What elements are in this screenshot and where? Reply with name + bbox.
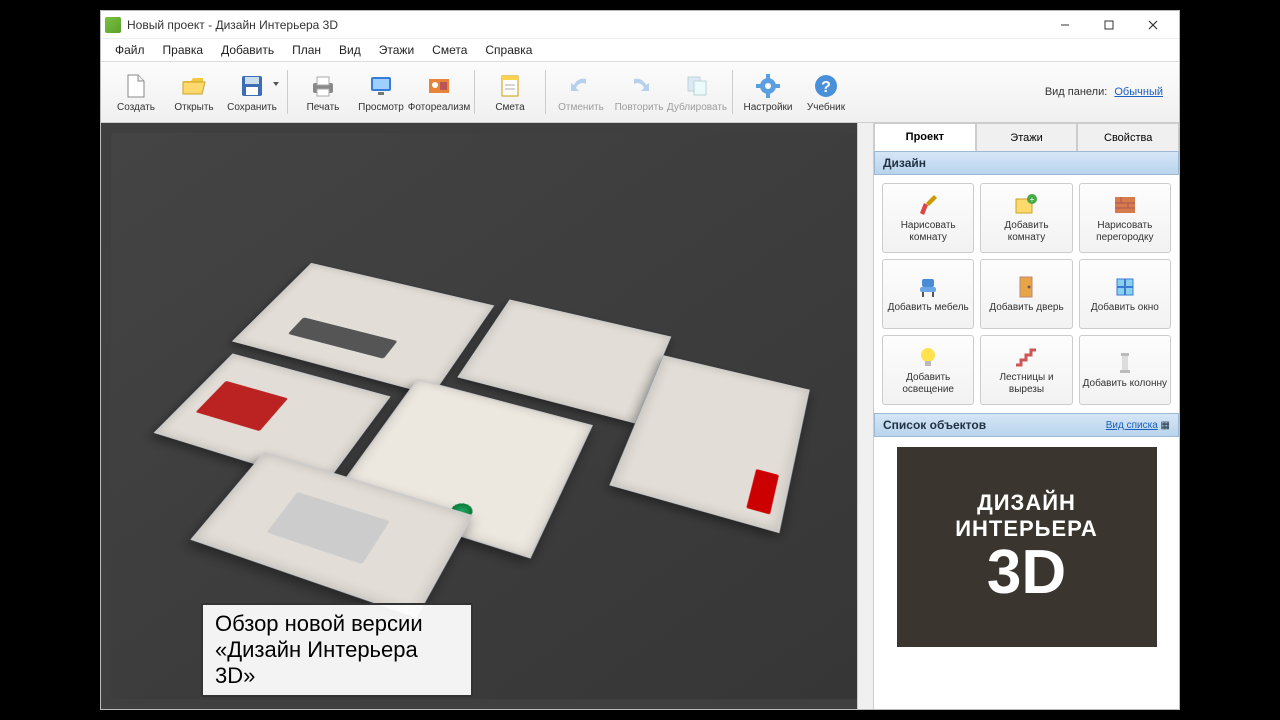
menu-edit[interactable]: Правка — [155, 41, 212, 59]
chevron-down-icon — [273, 82, 279, 86]
app-window: Новый проект - Дизайн Интерьера 3D Файл … — [100, 10, 1180, 710]
draw-wall-button[interactable]: Нарисовать перегородку — [1079, 183, 1171, 253]
maximize-button[interactable] — [1087, 12, 1131, 38]
svg-text:?: ? — [821, 79, 831, 96]
menu-view[interactable]: Вид — [331, 41, 369, 59]
add-light-button[interactable]: Добавить освещение — [882, 335, 974, 405]
add-column-button[interactable]: Добавить колонну — [1079, 335, 1171, 405]
viewport-scrollbar[interactable] — [857, 123, 873, 709]
menu-add[interactable]: Добавить — [213, 41, 282, 59]
stairs-icon — [1014, 345, 1038, 369]
preview-button[interactable]: Просмотр — [352, 64, 410, 120]
close-button[interactable] — [1131, 12, 1175, 38]
menubar: Файл Правка Добавить План Вид Этажи Смет… — [101, 39, 1179, 61]
app-icon — [105, 17, 121, 33]
draw-room-button[interactable]: Нарисовать комнату — [882, 183, 974, 253]
menu-help[interactable]: Справка — [477, 41, 540, 59]
gear-icon — [754, 72, 782, 100]
design-grid: Нарисовать комнату + Добавить комнату На… — [874, 175, 1179, 413]
panel-mode-link[interactable]: Обычный — [1114, 86, 1163, 98]
brush-icon — [916, 193, 940, 217]
tutorial-button[interactable]: ? Учебник — [797, 64, 855, 120]
undo-icon — [567, 72, 595, 100]
duplicate-button[interactable]: Дублировать — [668, 64, 726, 120]
create-button[interactable]: Создать — [107, 64, 165, 120]
printer-icon — [309, 72, 337, 100]
settings-button[interactable]: Настройки — [739, 64, 797, 120]
open-button[interactable]: Открыть — [165, 64, 223, 120]
bulb-icon — [916, 345, 940, 369]
tab-project[interactable]: Проект — [874, 123, 976, 151]
panel-mode-switch: Вид панели: Обычный — [1045, 86, 1173, 98]
menu-estimate[interactable]: Смета — [424, 41, 475, 59]
video-caption: Обзор новой версии «Дизайн Интерьера 3D» — [201, 603, 473, 697]
design-section-header: Дизайн — [874, 151, 1179, 175]
add-room-button[interactable]: + Добавить комнату — [980, 183, 1072, 253]
redo-icon — [625, 72, 653, 100]
window-icon — [1113, 275, 1137, 299]
undo-button[interactable]: Отменить — [552, 64, 610, 120]
add-door-button[interactable]: Добавить дверь — [980, 259, 1072, 329]
chair-icon — [916, 275, 940, 299]
bricks-icon — [1113, 193, 1137, 217]
save-button[interactable]: Сохранить — [223, 64, 281, 120]
side-panel: Проект Этажи Свойства Дизайн Нарисовать … — [873, 123, 1179, 709]
list-view-link[interactable]: Вид списка — [1106, 420, 1158, 431]
promo-banner: ДИЗАЙН ИНТЕРЬЕРА 3D — [897, 447, 1157, 647]
toolbar: Создать Открыть Сохранить Печать — [101, 61, 1179, 123]
3d-viewport[interactable]: Обзор новой версии «Дизайн Интерьера 3D» — [101, 123, 873, 709]
tab-floors[interactable]: Этажи — [976, 123, 1078, 151]
side-tabs: Проект Этажи Свойства — [874, 123, 1179, 151]
notepad-icon — [496, 72, 524, 100]
main-area: Обзор новой версии «Дизайн Интерьера 3D»… — [101, 123, 1179, 709]
objects-list-header: Список объектов Вид списка ▦ — [874, 413, 1179, 437]
add-window-button[interactable]: Добавить окно — [1079, 259, 1171, 329]
svg-text:+: + — [1030, 195, 1035, 204]
list-toggle-icon[interactable]: ▦ — [1161, 420, 1170, 431]
window-title: Новый проект - Дизайн Интерьера 3D — [127, 18, 1043, 32]
render-icon — [425, 72, 453, 100]
print-button[interactable]: Печать — [294, 64, 352, 120]
titlebar: Новый проект - Дизайн Интерьера 3D — [101, 11, 1179, 39]
estimate-button[interactable]: Смета — [481, 64, 539, 120]
menu-plan[interactable]: План — [284, 41, 329, 59]
menu-floors[interactable]: Этажи — [371, 41, 422, 59]
new-file-icon — [122, 72, 150, 100]
monitor-icon — [367, 72, 395, 100]
menu-file[interactable]: Файл — [107, 41, 153, 59]
floppy-icon — [238, 72, 266, 100]
door-icon — [1014, 275, 1038, 299]
stairs-button[interactable]: Лестницы и вырезы — [980, 335, 1072, 405]
promo-area: ДИЗАЙН ИНТЕРЬЕРА 3D — [874, 437, 1179, 709]
column-icon — [1113, 351, 1137, 375]
tab-properties[interactable]: Свойства — [1077, 123, 1179, 151]
redo-button[interactable]: Повторить — [610, 64, 668, 120]
help-icon: ? — [812, 72, 840, 100]
folder-open-icon — [180, 72, 208, 100]
room-plus-icon: + — [1014, 193, 1038, 217]
photoreal-button[interactable]: Фотореализм — [410, 64, 468, 120]
add-furniture-button[interactable]: Добавить мебель — [882, 259, 974, 329]
duplicate-icon — [683, 72, 711, 100]
minimize-button[interactable] — [1043, 12, 1087, 38]
